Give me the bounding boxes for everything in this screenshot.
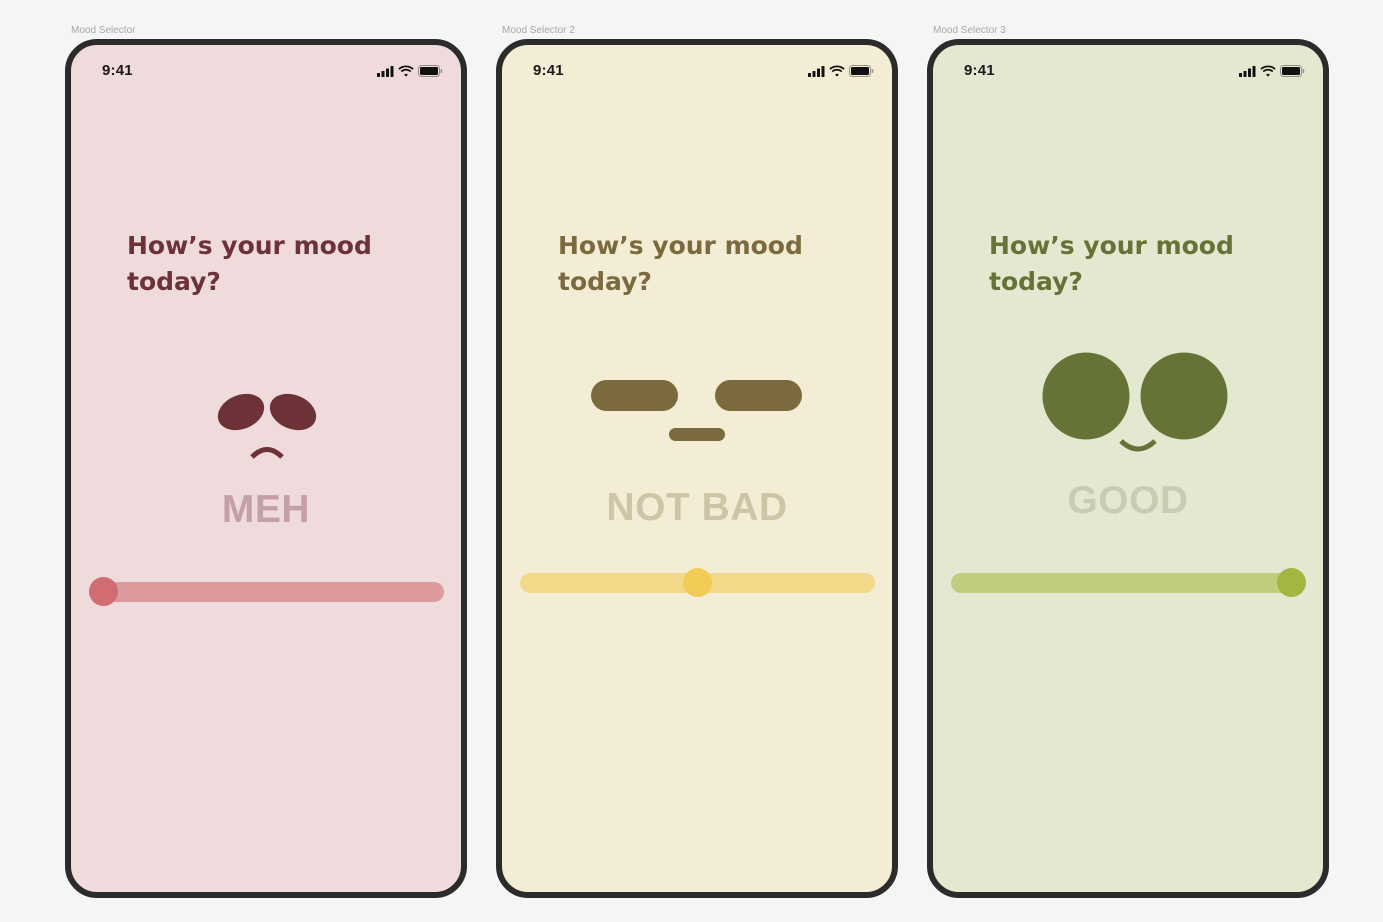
slider-track[interactable]	[89, 582, 444, 602]
right-eye	[1140, 352, 1228, 440]
sad-face-illustration	[217, 393, 317, 459]
neutral-face-illustration	[591, 380, 802, 441]
frown-mouth	[250, 447, 284, 459]
mood-label: NOT BAD	[606, 486, 788, 529]
flat-mouth	[669, 428, 725, 441]
mood-slider[interactable]	[520, 568, 875, 597]
mood-label: GOOD	[1067, 479, 1189, 522]
mood-slider[interactable]	[951, 568, 1306, 597]
left-eye	[217, 393, 265, 431]
right-eye	[715, 380, 802, 411]
slider-thumb[interactable]	[683, 568, 712, 597]
happy-face-illustration	[1042, 352, 1228, 452]
frame-label: Mood Selector 3	[933, 25, 1006, 36]
mood-selector-screen: 9:41 How’s your mood today? MEH	[65, 39, 467, 898]
mood-selector-screen: 9:41 How’s your mood today? NOT BAD	[496, 39, 898, 898]
slider-thumb[interactable]	[1277, 568, 1306, 597]
left-eye	[1042, 352, 1130, 440]
right-eye	[269, 393, 317, 431]
smile-mouth	[1119, 439, 1157, 452]
slider-track[interactable]	[951, 573, 1306, 593]
slider-thumb[interactable]	[89, 577, 118, 606]
frame-label: Mood Selector	[71, 25, 136, 36]
mood-slider[interactable]	[89, 577, 444, 606]
mood-selector-screen: 9:41 How’s your mood today? GOOD	[927, 39, 1329, 898]
frame-label: Mood Selector 2	[502, 25, 575, 36]
mood-label: MEH	[221, 488, 311, 531]
left-eye	[591, 380, 678, 411]
